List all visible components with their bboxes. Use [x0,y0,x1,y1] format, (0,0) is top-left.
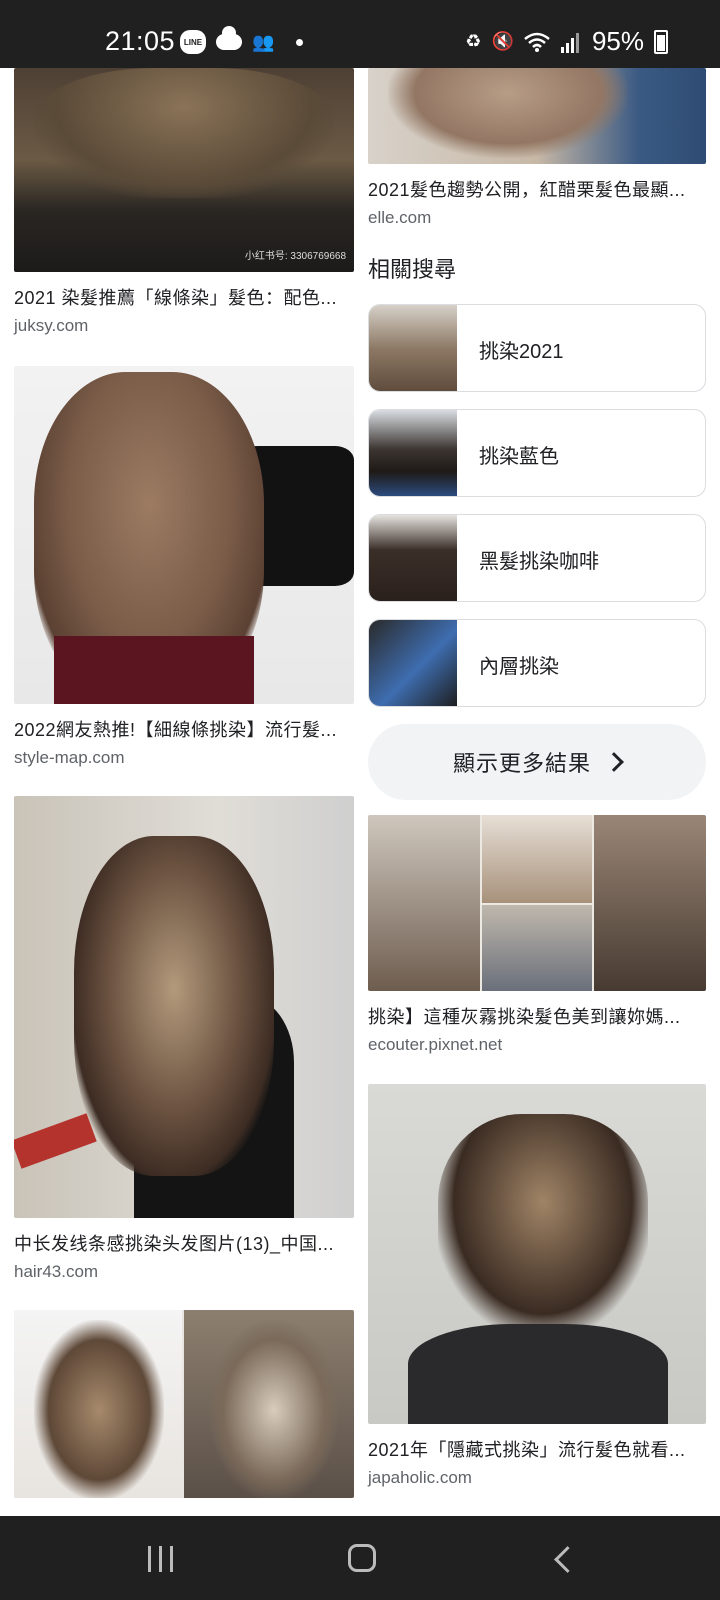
related-search-item[interactable]: 黑髮挑染咖啡 [368,514,706,602]
people-icon: 👥 [252,31,275,52]
related-search-item[interactable]: 挑染2021 [368,304,706,392]
image-result-card[interactable]: 2022網友熱推!【細線條挑染】流行髮... style-map.com [14,366,354,768]
wifi-icon [524,32,550,52]
battery-percent: 95% [591,26,644,56]
signal-icon [560,32,579,53]
image-result-card[interactable]: 2021髮色趨勢公開，紅醋栗髮色最顯... elle.com [368,68,706,228]
notification-icons: LINE 👥 [180,26,304,54]
battery-icon [654,29,668,54]
related-search-item[interactable]: 內層挑染 [368,619,706,707]
related-search-label: 挑染藍色 [479,446,559,468]
chevron-right-icon [604,752,624,772]
result-source[interactable]: juksy.com [14,316,354,336]
image-result-card[interactable]: 中长发线条感挑染头发图片(13)_中国... hair43.com [14,796,354,1282]
home-icon[interactable] [348,1544,376,1572]
related-search-label: 挑染2021 [479,341,564,363]
related-thumbnail [369,620,457,706]
result-title[interactable]: 2022網友熱推!【細線條挑染】流行髮... [14,716,354,742]
watermark-text: 小红书号: 3306769668 [244,251,346,262]
image-result-card[interactable]: 挑染】這種灰霧挑染髮色美到讓妳媽... ecouter.pixnet.net [368,815,706,1055]
system-icons: ♻ 🔇 95% [465,26,668,57]
recent-apps-icon[interactable] [148,1546,173,1572]
result-image[interactable] [14,1310,354,1498]
navigation-bar [0,1516,720,1600]
image-result-card[interactable]: 小红书号: 3306769668 2021 染髮推薦「線條染」髮色：配色... … [14,68,354,336]
cloud-icon [216,26,242,50]
more-notifications-dot-icon [296,38,304,46]
status-time: 21:05 [105,26,176,56]
image-result-card[interactable] [14,1310,354,1498]
result-source[interactable]: japaholic.com [368,1468,706,1488]
mute-icon: 🔇 [491,31,514,51]
line-app-icon: LINE [180,30,206,54]
related-thumbnail [369,305,457,391]
result-image[interactable] [368,815,706,991]
related-search-label: 內層挑染 [479,656,559,678]
related-thumbnail [369,515,457,601]
result-title[interactable]: 2021年「隱藏式挑染」流行髮色就看... [368,1436,706,1462]
result-source[interactable]: hair43.com [14,1262,354,1282]
related-thumbnail [369,410,457,496]
show-more-results-button[interactable]: 顯示更多結果 [368,724,706,800]
show-more-label: 顯示更多結果 [452,751,591,776]
result-image[interactable] [14,796,354,1218]
image-result-card[interactable]: 2021年「隱藏式挑染」流行髮色就看... japaholic.com [368,1084,706,1488]
result-source[interactable]: elle.com [368,208,706,228]
related-search-label: 黑髮挑染咖啡 [479,551,599,573]
result-source[interactable]: style-map.com [14,748,354,768]
result-image[interactable] [368,68,706,164]
recycle-icon: ♻ [465,31,482,51]
back-icon[interactable] [554,1546,581,1573]
result-image[interactable]: 小红书号: 3306769668 [14,68,354,272]
status-bar: 21:05 LINE 👥 ♻ 🔇 95% [0,0,720,68]
result-title[interactable]: 挑染】這種灰霧挑染髮色美到讓妳媽... [368,1003,706,1029]
result-image[interactable] [368,1084,706,1424]
result-image[interactable] [14,366,354,704]
related-searches-heading: 相關搜尋 [368,257,457,282]
result-source[interactable]: ecouter.pixnet.net [368,1035,706,1055]
related-search-item[interactable]: 挑染藍色 [368,409,706,497]
result-title[interactable]: 2021 染髮推薦「線條染」髮色：配色... [14,284,354,310]
result-title[interactable]: 2021髮色趨勢公開，紅醋栗髮色最顯... [368,176,706,202]
result-title[interactable]: 中长发线条感挑染头发图片(13)_中国... [14,1230,354,1256]
